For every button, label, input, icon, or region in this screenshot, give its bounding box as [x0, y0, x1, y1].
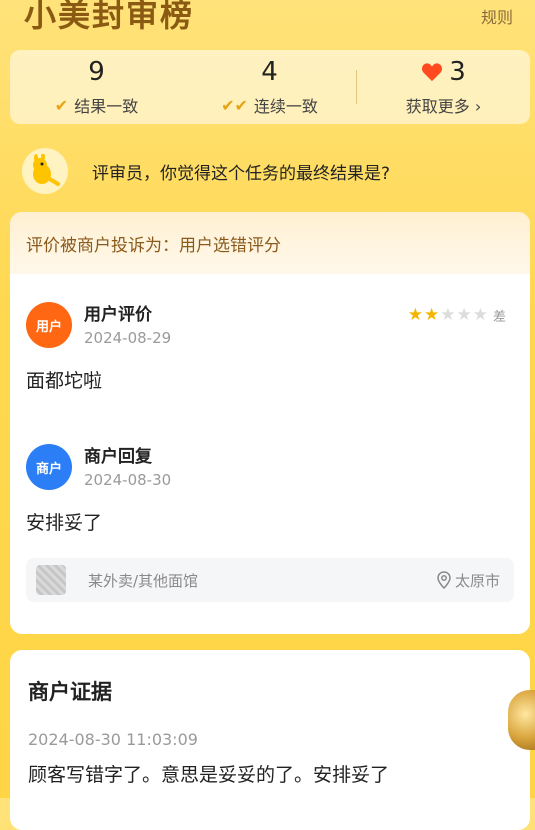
question-bar: 评审员，你觉得这个任务的最终结果是? [10, 142, 530, 200]
result-label: 结果一致 [74, 97, 139, 116]
user-review-content: 面都坨啦 [26, 370, 103, 392]
store-location: 太原市 [454, 571, 500, 590]
check-icon: ✔ [54, 95, 69, 115]
merchant-avatar: 商户 [26, 444, 72, 490]
stats-panel: 9 ✔ 结果一致 4 ✔✔ 连续一致 3 获取更多 › [10, 50, 530, 124]
store-info-bar[interactable]: 某外卖/其他面馆 太原市 [26, 558, 514, 602]
complaint-header: 评价被商户投诉为：用户选错评分 [10, 212, 530, 274]
star-rating: ★ ★ ★ ★ ★ 差 [407, 305, 506, 326]
rules-link[interactable]: 规则 [481, 4, 513, 28]
star-icon: ★ [472, 305, 488, 325]
user-review: 用户 用户评价 2024-08-29 ★ ★ ★ ★ ★ 差 面都坨啦 [26, 302, 516, 393]
user-review-date: 2024-08-29 [84, 329, 172, 347]
stat-streak: 4 ✔✔ 连续一致 [183, 57, 356, 117]
evidence-text: 顾客写错字了。意思是妥妥的了。安排妥了 [28, 764, 390, 786]
user-review-title: 用户评价 [84, 305, 152, 325]
floating-coin-button[interactable] [508, 690, 535, 750]
streak-count: 4 [261, 57, 278, 87]
merchant-reply: 商户 商户回复 2024-08-30 安排妥了 [26, 444, 516, 535]
star-icon: ★ [440, 305, 456, 325]
review-card: 评价被商户投诉为：用户选错评分 用户 用户评价 2024-08-29 ★ ★ ★… [10, 212, 530, 634]
double-check-icon: ✔✔ [221, 95, 248, 115]
merchant-reply-title: 商户回复 [84, 447, 152, 467]
merchant-reply-content: 安排妥了 [26, 512, 103, 534]
merchant-evidence-card: 商户证据 2024-08-30 11:03:09 顾客写错字了。意思是妥妥的了。… [10, 650, 530, 830]
user-avatar: 用户 [26, 302, 72, 348]
result-count: 9 [88, 57, 105, 87]
store-thumbnail [36, 565, 66, 595]
star-icon: ★ [423, 305, 440, 325]
store-name: 某外卖/其他面馆 [88, 571, 199, 590]
heart-icon [421, 62, 443, 82]
hearts-count: 3 [449, 57, 466, 87]
question-text: 评审员，你觉得这个任务的最终结果是? [92, 163, 391, 184]
evidence-title: 商户证据 [28, 680, 112, 704]
merchant-reply-date: 2024-08-30 [84, 471, 172, 489]
get-more-link[interactable]: 获取更多 › [406, 93, 482, 117]
mascot-avatar [22, 148, 68, 194]
star-icon: ★ [456, 305, 472, 325]
streak-label: 连续一致 [253, 97, 318, 116]
evidence-timestamp: 2024-08-30 11:03:09 [28, 730, 198, 749]
kangaroo-mascot-icon [33, 154, 60, 186]
rating-label: 差 [492, 310, 506, 325]
star-icon: ★ [407, 305, 423, 325]
stat-result-match: 9 ✔ 结果一致 [10, 57, 183, 117]
stat-hearts[interactable]: 3 获取更多 › [357, 57, 530, 117]
page-title: 小美封审榜 [24, 0, 195, 34]
location-pin-icon [437, 571, 451, 589]
